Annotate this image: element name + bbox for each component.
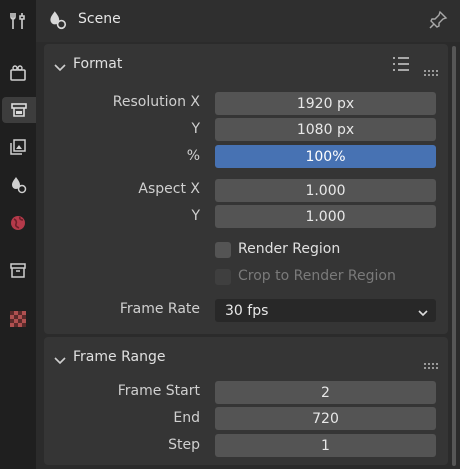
world-icon[interactable] — [4, 210, 32, 236]
presets-list-icon[interactable] — [392, 56, 410, 76]
format-panel-header[interactable]: Format — [44, 44, 448, 84]
resolution-y-label: Y — [191, 121, 200, 137]
crop-render-region-label: Crop to Render Region — [238, 268, 396, 284]
chevron-down-icon — [54, 351, 66, 370]
frame-start-field[interactable]: 2 — [215, 381, 436, 404]
chevron-down-icon — [418, 305, 428, 321]
chevron-down-icon — [54, 58, 66, 77]
panel-title: Format — [73, 56, 123, 72]
tool-icon[interactable] — [4, 8, 32, 34]
pin-icon[interactable] — [428, 10, 448, 34]
frame-end-field[interactable]: 720 — [215, 407, 436, 430]
aspect-y-label: Y — [191, 208, 200, 224]
resolution-x-field[interactable]: 1920 px — [215, 92, 436, 115]
aspect-y-field[interactable]: 1.000 — [215, 205, 436, 228]
scene-icon[interactable] — [4, 172, 32, 198]
output-icon[interactable] — [2, 97, 36, 123]
render-region-checkbox[interactable] — [215, 242, 231, 258]
frame-rate-value: 30 fps — [225, 302, 269, 319]
frame-start-label: Frame Start — [117, 383, 200, 399]
render-icon[interactable] — [4, 60, 32, 86]
scene-icon — [46, 9, 68, 35]
scrollbar[interactable] — [452, 46, 456, 466]
properties-header: Scene — [36, 0, 460, 42]
view-layer-icon[interactable] — [4, 134, 32, 160]
context-title: Scene — [78, 11, 121, 27]
resolution-x-label: Resolution X — [112, 94, 200, 110]
aspect-x-label: Aspect X — [138, 181, 200, 197]
frame-end-label: End — [173, 410, 200, 426]
frame-range-panel-header[interactable]: Frame Range — [44, 337, 448, 377]
aspect-x-field[interactable]: 1.000 — [215, 179, 436, 202]
frame-rate-dropdown[interactable]: 30 fps — [215, 299, 436, 322]
frame-rate-label: Frame Rate — [119, 301, 200, 317]
resolution-percent-slider[interactable]: 100% — [215, 145, 436, 168]
resolution-y-field[interactable]: 1080 px — [215, 118, 436, 141]
drag-handle-icon[interactable] — [424, 61, 438, 80]
frame-step-label: Step — [168, 437, 200, 453]
collection-icon[interactable] — [4, 257, 32, 283]
properties-tab-bar — [0, 0, 36, 469]
drag-handle-icon[interactable] — [424, 354, 438, 373]
resolution-percent-label: % — [186, 148, 200, 164]
render-region-label: Render Region — [238, 241, 341, 257]
texture-icon[interactable] — [4, 306, 32, 332]
crop-render-region-checkbox — [215, 269, 231, 285]
frame-step-field[interactable]: 1 — [215, 434, 436, 457]
panel-title: Frame Range — [73, 349, 166, 365]
